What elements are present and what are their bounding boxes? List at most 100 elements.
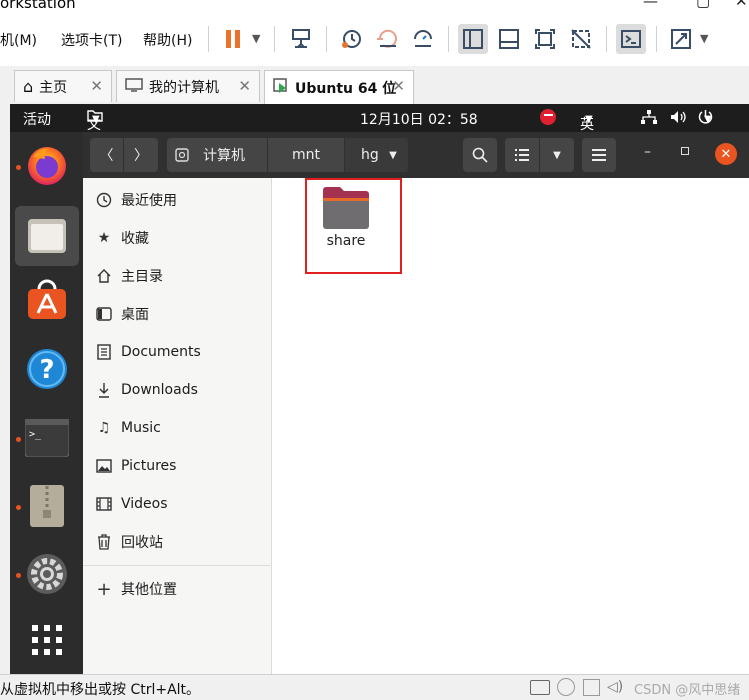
sidebar-item-trash[interactable]: 回收站 (95, 530, 163, 554)
guest-frame-border (0, 104, 10, 674)
tab-my-computer[interactable]: 我的计算机 ✕ (116, 70, 260, 102)
gnome-top-bar: 活动 文件 ▼ 12月10日 02：58 英 ▼ ▼ (10, 104, 749, 153)
video-icon (95, 497, 113, 511)
stretch-dropdown-icon[interactable]: ▼ (700, 32, 708, 45)
menu-arrow-icon: ▼ (704, 114, 712, 125)
sound-icon[interactable]: ◁) (607, 679, 623, 695)
console-view-icon[interactable] (616, 24, 646, 54)
maximize-icon[interactable]: ▢ (696, 0, 710, 10)
back-icon: 〈 (99, 148, 114, 164)
back-button[interactable]: 〈 (90, 138, 123, 172)
clock[interactable]: 12月10日 02：58 (360, 109, 478, 129)
search-button[interactable] (463, 138, 497, 172)
tab-home[interactable]: ⌂ 主页 ✕ (14, 70, 112, 102)
menu-arrow-icon: ▼ (92, 114, 100, 125)
sidebar-item-pictures[interactable]: Pictures (95, 454, 176, 478)
forward-button[interactable]: 〉 (124, 138, 158, 172)
sidebar-item-home[interactable]: 主目录 (95, 264, 163, 288)
sidebar-item-label: Downloads (121, 382, 198, 398)
menu-tabs[interactable]: 选项卡(T) (61, 30, 122, 50)
path-label: mnt (292, 147, 320, 163)
chevron-down-icon: ▼ (389, 149, 397, 161)
vmware-title-bar: orkstation — ▢ ✕ (0, 0, 749, 14)
power-menu[interactable]: ▼ (698, 109, 713, 125)
tab-label: 主页 (39, 79, 68, 96)
volume-icon[interactable] (670, 110, 686, 128)
list-view-button[interactable] (505, 138, 539, 172)
close-tab-icon[interactable]: ✕ (90, 77, 103, 95)
watermark: CSDN @风中思绪 (634, 683, 741, 698)
network-adapter-icon[interactable] (583, 679, 600, 696)
menu-vm[interactable]: 机(M) (0, 30, 37, 50)
unity-mode-icon[interactable] (566, 24, 596, 54)
software-icon[interactable] (24, 278, 70, 324)
pause-icon[interactable] (218, 24, 248, 54)
activities-button[interactable]: 活动 (23, 109, 51, 129)
menu-button[interactable] (582, 138, 616, 172)
tab-label: Ubuntu 64 位 (295, 80, 397, 97)
hamburger-icon (592, 149, 606, 161)
sidebar-item-music[interactable]: ♫ Music (95, 416, 161, 440)
sidebar-item-downloads[interactable]: Downloads (95, 378, 198, 402)
sidebar-item-recent[interactable]: 最近使用 (95, 188, 177, 212)
terminal-icon[interactable]: >_ (24, 415, 70, 461)
thumbnail-view-icon[interactable] (494, 24, 524, 54)
snapshot-icon[interactable] (336, 24, 366, 54)
recent-icon (95, 192, 113, 208)
pause-dropdown-icon[interactable]: ▼ (252, 32, 260, 45)
path-segment-computer[interactable]: 计算机 (167, 138, 267, 172)
fullscreen-icon[interactable] (530, 24, 560, 54)
tab-label: 我的计算机 (149, 79, 219, 96)
sidebar-item-label: 其他位置 (121, 582, 177, 598)
star-icon: ★ (97, 230, 111, 246)
drive-icon (175, 148, 189, 162)
firefox-icon[interactable] (24, 142, 70, 188)
monitor-icon (125, 77, 143, 96)
vm-running-icon (273, 77, 289, 98)
sidebar-item-documents[interactable]: Documents (95, 340, 201, 364)
sidebar-item-label: 回收站 (121, 535, 163, 551)
do-not-disturb-icon[interactable] (540, 109, 556, 125)
view-options-button[interactable]: ▼ (540, 138, 574, 172)
minimize-icon[interactable]: — (643, 0, 658, 10)
list-view-icon (515, 149, 529, 161)
send-ctrl-alt-del-icon[interactable] (286, 24, 316, 54)
status-message: 从虚拟机中移出或按 Ctrl+Alt。 (0, 682, 201, 698)
path-menu-button[interactable]: ▼ (378, 138, 408, 172)
revert-snapshot-icon[interactable] (372, 24, 402, 54)
tab-ubuntu[interactable]: Ubuntu 64 位 ✕ (264, 70, 414, 104)
sidebar-item-desktop[interactable]: 桌面 (95, 302, 149, 326)
folder-item-share[interactable]: share (318, 184, 374, 264)
sidebar-view-icon[interactable] (458, 24, 488, 54)
search-icon (472, 147, 488, 163)
network-icon[interactable] (641, 110, 657, 128)
ubuntu-dock: ? >_ (10, 132, 83, 674)
hard-disk-icon[interactable] (530, 680, 550, 695)
trash-icon (95, 534, 113, 550)
archive-icon[interactable] (24, 483, 70, 529)
maximize-icon[interactable] (681, 147, 689, 155)
sidebar-item-other-locations[interactable]: + 其他位置 (95, 577, 177, 601)
settings-icon[interactable] (24, 551, 70, 597)
minimize-icon[interactable]: – (644, 144, 651, 160)
sidebar-item-label: Videos (121, 496, 168, 512)
files-app-menu[interactable]: 文件 ▼ (87, 109, 109, 153)
menu-arrow-icon: ▼ (585, 114, 593, 125)
close-icon[interactable]: ✕ (715, 143, 737, 165)
help-icon[interactable]: ? (24, 346, 70, 392)
snapshot-manager-icon[interactable] (408, 24, 438, 54)
sidebar-item-label: 主目录 (121, 269, 163, 285)
close-tab-icon[interactable]: ✕ (238, 77, 251, 95)
files-icon[interactable] (15, 206, 79, 266)
sidebar-item-label: 收藏 (121, 231, 149, 247)
sidebar-item-videos[interactable]: Videos (95, 492, 168, 516)
menu-help[interactable]: 帮助(H) (143, 30, 192, 50)
close-tab-icon[interactable]: ✕ (392, 77, 405, 95)
cd-dvd-icon[interactable] (557, 678, 575, 696)
stretch-view-icon[interactable] (666, 24, 696, 54)
apps-grid-icon[interactable] (24, 617, 70, 663)
close-window-icon[interactable]: ✕ (735, 0, 748, 10)
sidebar-item-starred[interactable]: ★ 收藏 (95, 226, 149, 250)
path-segment-mnt[interactable]: mnt (268, 138, 344, 172)
sidebar-item-label: Pictures (121, 458, 177, 474)
